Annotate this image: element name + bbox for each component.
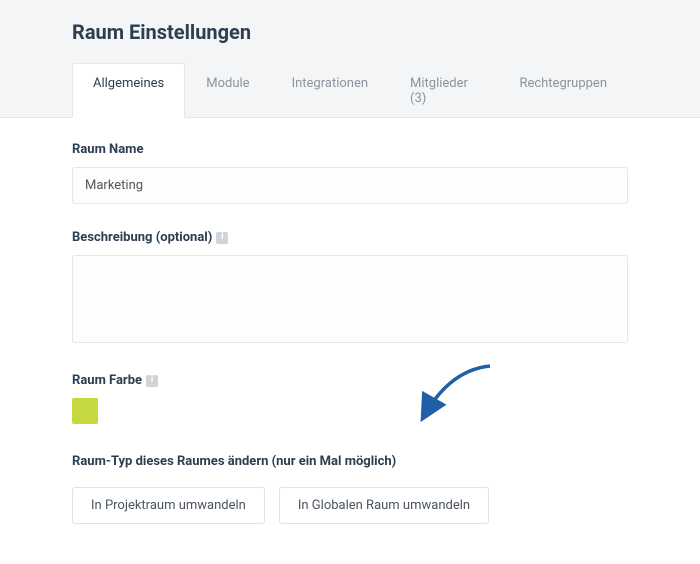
tabs-bar: Allgemeines Module Integrationen Mitglie… bbox=[0, 62, 700, 118]
room-type-section-title: Raum-Typ dieses Raumes ändern (nur ein M… bbox=[72, 454, 628, 469]
info-icon: i bbox=[216, 232, 228, 244]
description-label: Beschreibung (optional) i bbox=[72, 230, 628, 245]
tab-permission-groups[interactable]: Rechtegruppen bbox=[498, 63, 628, 118]
page-title: Raum Einstellungen bbox=[72, 20, 628, 44]
room-name-input[interactable] bbox=[72, 167, 628, 204]
description-textarea[interactable] bbox=[72, 255, 628, 343]
tab-members[interactable]: Mitglieder (3) bbox=[389, 63, 498, 118]
convert-to-global-button[interactable]: In Globalen Raum umwandeln bbox=[279, 487, 489, 524]
room-type-button-row: In Projektraum umwandeln In Globalen Rau… bbox=[72, 487, 628, 524]
info-icon: i bbox=[146, 375, 158, 387]
description-label-text: Beschreibung (optional) bbox=[72, 230, 212, 245]
room-name-label: Raum Name bbox=[72, 142, 628, 157]
tab-modules[interactable]: Module bbox=[185, 63, 270, 118]
convert-to-project-button[interactable]: In Projektraum umwandeln bbox=[72, 487, 265, 524]
tab-integrations[interactable]: Integrationen bbox=[271, 63, 389, 118]
room-color-label: Raum Farbe i bbox=[72, 373, 628, 388]
form-content: Raum Name Beschreibung (optional) i Raum… bbox=[0, 118, 700, 564]
room-name-label-text: Raum Name bbox=[72, 142, 143, 157]
tab-general[interactable]: Allgemeines bbox=[72, 63, 185, 118]
room-color-swatch[interactable] bbox=[72, 398, 98, 424]
room-color-label-text: Raum Farbe bbox=[72, 373, 142, 388]
